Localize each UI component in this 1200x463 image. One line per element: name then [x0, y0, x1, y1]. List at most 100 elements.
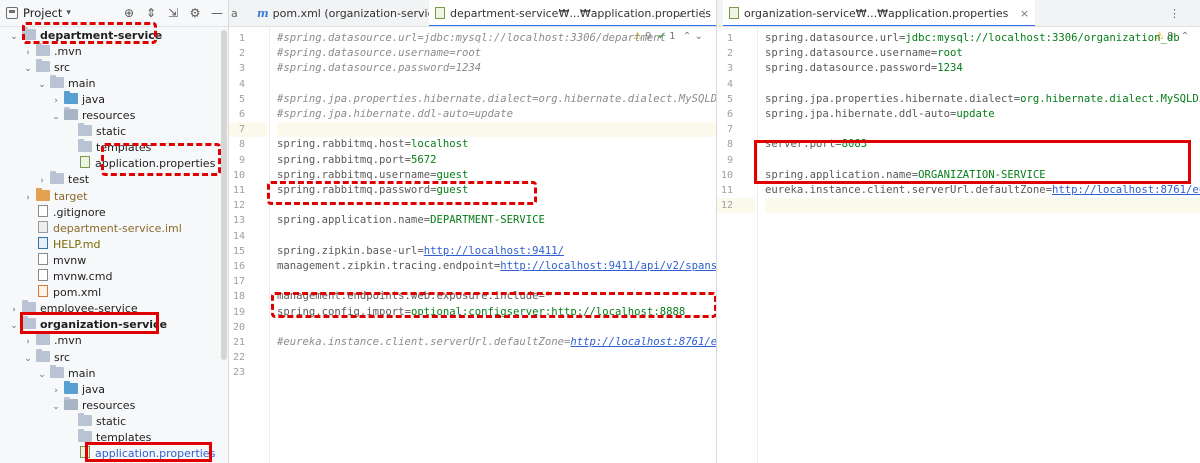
maven-file-icon	[38, 285, 48, 298]
tree-item[interactable]: static	[64, 123, 126, 140]
tree-item[interactable]: › target	[22, 187, 87, 206]
code-area[interactable]: #spring.datasource.url=jdbc:mysql://loca…	[277, 27, 716, 463]
tree-item[interactable]: department-service.iml	[22, 220, 182, 237]
line-number: 22	[232, 352, 245, 364]
more-icon: ⋮	[1169, 7, 1180, 20]
annotation-dashed-eureka	[271, 292, 716, 318]
editor-tabbar-left: a mpom.xml (organization-service) × depa…	[229, 0, 716, 27]
code-token: spring.datasource.username	[765, 47, 931, 60]
tab-label: pom.xml (organization-service)	[272, 7, 445, 20]
chevron-down-icon[interactable]: ⌄	[22, 351, 34, 367]
tree-item[interactable]: pom.xml	[22, 285, 101, 301]
code-line[interactable]: spring.datasource.password=1234	[765, 61, 963, 76]
editor-department-properties: a mpom.xml (organization-service) × depa…	[229, 0, 717, 463]
chevron-right-icon[interactable]: ›	[22, 334, 34, 350]
tree-item-label: .mvn	[54, 44, 82, 58]
tabs-more[interactable]: ⋮	[1165, 0, 1184, 26]
tree-item[interactable]: static	[64, 412, 126, 430]
code-token: #spring.datasource.url=jdbc:mysql://loca…	[277, 32, 667, 44]
chevron-down-icon[interactable]: ⌄	[50, 109, 62, 125]
tree-item[interactable]: mvnw	[22, 252, 86, 269]
line-number: 7	[238, 124, 245, 136]
code-line[interactable]: spring.rabbitmq.port=5672	[277, 153, 436, 168]
tree-item-label: .mvn	[54, 334, 82, 348]
code-area[interactable]: spring.datasource.url=jdbc:mysql://local…	[765, 27, 1200, 463]
line-gutter: 1 2 3 4 5 6 7 8 9 10 11 12 13 14 15 16 17 18 19 20 21 22 23	[229, 27, 267, 463]
tree-item[interactable]: ⌄ resources	[50, 107, 135, 125]
code-line[interactable]: #spring.datasource.password=1234	[277, 61, 481, 76]
chevron-down-icon[interactable]: ⌄	[8, 318, 20, 334]
line-number: 15	[232, 245, 245, 257]
code-token: spring.jpa.hibernate.ddl-auto	[765, 108, 950, 120]
tree-item[interactable]: › java	[50, 380, 105, 399]
tree-item[interactable]: › .mvn	[22, 332, 82, 350]
code-line[interactable]: #spring.jpa.hibernate.ddl-auto=update	[277, 107, 513, 122]
code-line[interactable]: #spring.datasource.username=root	[277, 46, 481, 61]
gear-icon[interactable]: ⚙	[186, 4, 204, 22]
code-line[interactable]: spring.zipkin.base-url=http://localhost:…	[277, 244, 564, 259]
code-token: spring.datasource.password	[765, 62, 931, 75]
folder-icon	[36, 58, 50, 72]
tab-organization-properties[interactable]: organization-service₩...₩application.pro…	[723, 0, 1036, 26]
chevron-down-icon[interactable]: ⌄	[22, 61, 34, 77]
code-line[interactable]: management.zipkin.tracing.endpoint=http:…	[277, 259, 716, 274]
chevron-down-icon[interactable]: ⌄	[36, 367, 48, 383]
hide-panel-icon[interactable]: —	[208, 4, 226, 22]
tree-item[interactable]: › test	[36, 171, 90, 189]
tree-item[interactable]: › .mvn	[22, 42, 82, 61]
code-line[interactable]: #spring.jpa.properties.hibernate.dialect…	[277, 92, 716, 107]
code-token: update	[956, 108, 995, 120]
code-line[interactable]: spring.jpa.hibernate.ddl-auto=update	[765, 107, 995, 122]
collapse-all-icon[interactable]: ⇲	[164, 4, 182, 22]
locate-file-icon[interactable]: ⊕	[120, 4, 138, 22]
code-line[interactable]: #eureka.instance.client.serverUrl.defaul…	[277, 335, 716, 350]
chevron-right-icon[interactable]: ›	[22, 190, 34, 206]
tab-label: organization-service₩...₩application.pro…	[744, 7, 1009, 20]
tree-item[interactable]: ⌄ resources	[50, 396, 135, 415]
tree-item[interactable]: ⌄ src	[22, 58, 70, 77]
tree-item[interactable]: .gitignore	[22, 204, 106, 221]
tree-item-label: department-service.iml	[53, 221, 182, 235]
annotation-dashed-department-props	[101, 143, 221, 176]
chevron-down-icon[interactable]: ⌄	[50, 399, 62, 415]
tree-item[interactable]: ⌄ main	[36, 74, 95, 93]
editor-organization-properties: organization-service₩...₩application.pro…	[717, 0, 1200, 463]
caret-line-highlight	[277, 122, 716, 138]
tab-truncated[interactable]: a	[229, 0, 243, 26]
tabs-dropdown[interactable]: ⌄ ⋮	[672, 0, 714, 26]
chevron-down-icon[interactable]: ▾	[66, 8, 71, 18]
close-icon[interactable]: ×	[1020, 7, 1029, 20]
maven-icon: m	[257, 7, 269, 20]
chevron-down-icon[interactable]: ⌄	[8, 29, 20, 45]
expand-all-icon[interactable]: ⇕	[142, 4, 160, 22]
chevron-right-icon[interactable]: ›	[50, 93, 62, 109]
code-line[interactable]: spring.jpa.properties.hibernate.dialect=…	[765, 92, 1200, 107]
tree-item[interactable]: › java	[50, 90, 105, 109]
code-line[interactable]: spring.datasource.username=root	[765, 46, 963, 61]
chevron-right-icon[interactable]: ›	[36, 173, 48, 189]
annotation-dashed-app-name	[267, 181, 537, 205]
line-number: 2	[238, 48, 245, 60]
tree-item[interactable]: HELP.md	[22, 236, 100, 253]
chevron-down-icon[interactable]: ⌄	[36, 77, 48, 93]
file-icon	[38, 252, 48, 265]
tree-item[interactable]: ⌄ src	[22, 348, 70, 367]
tree-item[interactable]: mvnw.cmd	[22, 269, 112, 285]
project-view-title[interactable]: Project	[23, 6, 62, 20]
code-line[interactable]: spring.datasource.url=jdbc:mysql://local…	[765, 31, 1180, 46]
folder-icon	[50, 74, 64, 88]
chevron-right-icon[interactable]: ›	[8, 302, 20, 318]
code-line[interactable]: #spring.datasource.url=jdbc:mysql://loca…	[277, 31, 666, 46]
properties-file-icon	[729, 7, 739, 19]
code-token: localhost	[410, 138, 469, 151]
code-line[interactable]: eureka.instance.client.serverUrl.default…	[765, 183, 1200, 198]
tree-item-label: test	[68, 173, 90, 187]
chevron-right-icon[interactable]: ›	[22, 45, 34, 61]
code-line[interactable]: spring.rabbitmq.host=localhost	[277, 137, 468, 152]
code-line[interactable]: spring.application.name=DEPARTMENT-SERVI…	[277, 213, 545, 228]
project-scrollbar[interactable]	[221, 30, 227, 360]
tree-item[interactable]: ⌄ main	[36, 364, 95, 383]
line-number: 5	[726, 93, 733, 105]
code-token: #eureka.instance.client.serverUrl.defaul…	[277, 336, 571, 348]
chevron-right-icon[interactable]: ›	[50, 383, 62, 399]
